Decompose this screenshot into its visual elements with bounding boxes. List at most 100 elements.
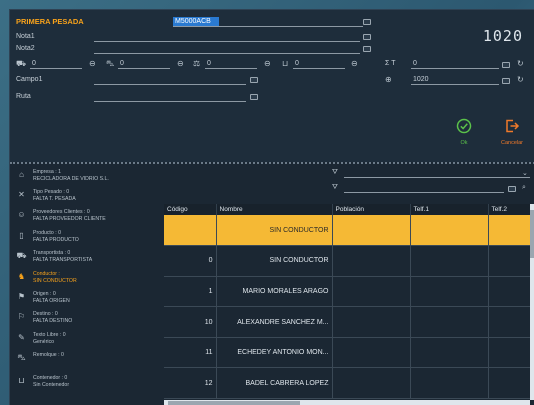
cancel-label: Cancelar	[500, 140, 523, 146]
detail-panel: ⛛ ⌄ ⛛ ⌕ ⌂ Empresa : 1 RECICLADORA DE VID…	[10, 162, 534, 405]
scroll-thumb[interactable]	[168, 401, 300, 405]
cell-name: ALEXANDRE SANCHEZ M...	[216, 306, 333, 338]
reset-icon[interactable]: ⊖	[89, 60, 96, 68]
net-weight-underline	[411, 84, 499, 85]
sidebar-item-value: Genérico	[33, 339, 55, 345]
sidebar-item-label: Empresa : 1	[33, 169, 61, 175]
campo1-lookup-icon[interactable]	[250, 77, 258, 83]
nota1-lookup-icon[interactable]	[363, 34, 371, 40]
ok-button[interactable]: Ok	[449, 118, 479, 146]
filter-lookup-icon[interactable]	[508, 186, 516, 192]
weight-trailer-value[interactable]: 0	[120, 60, 124, 67]
weight-scale-value[interactable]: 0	[207, 60, 211, 67]
cell-phone2	[488, 306, 531, 338]
weight-display: 1020	[482, 27, 523, 45]
code-underline	[173, 26, 363, 27]
search-icon[interactable]: ⌕	[522, 184, 526, 192]
nota2-lookup-icon[interactable]	[363, 46, 371, 52]
ok-label: Ok	[460, 140, 468, 146]
scale-type-icon: ✕	[18, 190, 25, 199]
reset-icon[interactable]: ⊖	[351, 60, 358, 68]
window: PRIMERA PESADA M5000ACB 1020 Nota1 Nota2…	[9, 9, 534, 405]
ruta-field[interactable]	[94, 101, 246, 102]
filter-field-2[interactable]	[344, 192, 504, 193]
ruta-label: Ruta	[16, 93, 31, 100]
nota2-field[interactable]	[94, 53, 360, 54]
weight-truck-value[interactable]: 0	[32, 60, 36, 67]
table-row[interactable]: 1 MARIO MORALES ARAGO	[164, 276, 531, 308]
cell-town	[332, 306, 411, 338]
reset-icon[interactable]: ⊖	[264, 60, 271, 68]
sigma-lookup-icon[interactable]	[502, 62, 510, 68]
cell-phone2	[488, 245, 531, 277]
net-weight-value: 1020	[413, 76, 429, 83]
scale-icon: ⚖	[193, 59, 201, 68]
sidebar-item-label: Tipo Pesado : 0	[33, 189, 70, 195]
weight-container-underline	[293, 68, 345, 69]
weighing-form: PRIMERA PESADA M5000ACB 1020 Nota1 Nota2…	[10, 10, 534, 162]
code-field[interactable]: M5000ACB	[173, 17, 219, 26]
weight-container-value[interactable]: 0	[295, 60, 299, 67]
supplier-icon: ☺	[17, 210, 26, 219]
product-icon: ▯	[19, 231, 24, 240]
table-row[interactable]: SIN CONDUCTOR	[164, 215, 531, 247]
nota1-field[interactable]	[94, 41, 360, 42]
column-header-town[interactable]: Población	[332, 204, 411, 215]
scroll-thumb[interactable]	[530, 210, 534, 258]
form-title: PRIMERA PESADA	[16, 17, 84, 26]
cell-town	[332, 367, 411, 400]
cell-name: MARIO MORALES ARAGO	[216, 276, 333, 308]
sidebar-item-label: Contenedor : 0	[33, 375, 68, 381]
chevron-down-icon[interactable]: ⌄	[522, 169, 528, 177]
container-icon: ⊔	[18, 376, 25, 385]
cell-phone2	[488, 367, 531, 400]
refresh-icon[interactable]: ↻	[517, 60, 524, 68]
column-header-phone1[interactable]: Telf.1	[410, 204, 489, 215]
cell-code: 10	[164, 306, 217, 338]
sidebar-item-value: FALTA DESTINO	[33, 318, 73, 324]
column-header-phone2[interactable]: Telf.2	[488, 204, 531, 215]
table-row[interactable]: 10 ALEXANDRE SANCHEZ M...	[164, 306, 531, 338]
horizontal-scrollbar[interactable]	[164, 400, 530, 405]
sidebar-item-label: Texto Libre : 0	[33, 332, 66, 338]
company-icon: ⌂	[19, 170, 24, 179]
filter-icon[interactable]: ⛛	[332, 184, 338, 192]
reset-icon[interactable]: ⊖	[177, 60, 184, 68]
table-row[interactable]: 12 BADEL CABRERA LOPEZ	[164, 367, 531, 400]
net-weight-icon: ⊕	[385, 75, 392, 84]
campo1-field[interactable]	[94, 84, 246, 85]
sigma-underline	[411, 68, 499, 69]
cell-code	[164, 215, 217, 247]
sidebar-item-label: Conductor :	[33, 271, 60, 277]
trailer-icon: ⛍	[17, 353, 26, 362]
sidebar-item-value: Sin Contenedor	[33, 382, 70, 388]
driver-icon: ♞	[17, 272, 26, 281]
exit-icon	[506, 119, 520, 133]
cell-phone1	[410, 367, 489, 400]
refresh-icon[interactable]: ↻	[517, 76, 524, 84]
campo1-label: Campo1	[16, 76, 43, 83]
sidebar-item-value: FALTA PROVEEDOR CLIENTE	[33, 216, 106, 222]
filter-icon[interactable]: ⛛	[332, 169, 338, 177]
cell-phone1	[410, 215, 489, 247]
column-header-name[interactable]: Nombre	[216, 204, 333, 215]
sidebar-item-label: Origen : 0	[33, 291, 56, 297]
table-row[interactable]: 0 SIN CONDUCTOR	[164, 245, 531, 277]
net-lookup-icon[interactable]	[502, 78, 510, 84]
ruta-lookup-icon[interactable]	[250, 94, 258, 100]
weight-truck-underline	[30, 68, 82, 69]
sidebar-item-value: FALTA PRODUCTO	[33, 237, 79, 243]
cancel-button[interactable]: Cancelar	[493, 118, 531, 146]
cell-code: 11	[164, 337, 217, 369]
vertical-scrollbar[interactable]	[530, 204, 534, 400]
cell-town	[332, 215, 411, 247]
table-row[interactable]: 11 ECHEDEY ANTONIO MON...	[164, 337, 531, 369]
code-lookup-icon[interactable]	[363, 19, 371, 25]
origin-icon: ⚑	[17, 292, 26, 301]
column-header-code[interactable]: Código	[164, 204, 217, 215]
cell-code: 12	[164, 367, 217, 400]
cell-code: 0	[164, 245, 217, 277]
filter-field-1[interactable]	[344, 177, 530, 178]
free-text-icon: ✎	[18, 333, 25, 342]
truck-icon: ⛟	[16, 59, 27, 68]
